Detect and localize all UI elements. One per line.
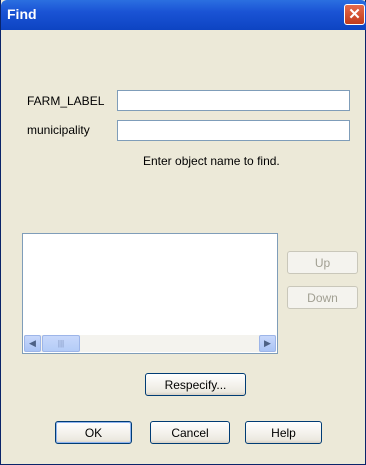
title-bar[interactable]: Find ✕ [1,0,366,30]
close-button[interactable]: ✕ [344,4,365,25]
up-button[interactable]: Up [287,251,358,274]
scroll-left-icon: ◀ [29,338,36,348]
farm-label-input[interactable] [117,90,350,111]
results-list[interactable]: ◀ ||| ▶ [22,233,278,354]
scroll-left-button[interactable]: ◀ [24,335,41,352]
find-dialog: Find ✕ FARM_LABEL municipality Enter obj… [0,0,366,465]
respecify-button[interactable]: Respecify... [145,373,246,396]
hint-text: Enter object name to find. [143,154,280,168]
municipality-label: municipality [27,123,90,137]
grip-icon: ||| [57,339,65,348]
horizontal-scrollbar[interactable]: ◀ ||| ▶ [24,335,276,352]
cancel-button[interactable]: Cancel [150,421,230,444]
down-button[interactable]: Down [287,286,358,309]
dialog-title: Find [7,6,37,22]
farm-label-label: FARM_LABEL [27,94,105,108]
scroll-thumb[interactable]: ||| [42,335,80,352]
help-button[interactable]: Help [245,421,322,444]
ok-button[interactable]: OK [55,421,132,444]
close-icon: ✕ [348,6,361,23]
scroll-right-icon: ▶ [264,338,271,348]
scroll-right-button[interactable]: ▶ [259,335,276,352]
municipality-input[interactable] [117,120,350,141]
